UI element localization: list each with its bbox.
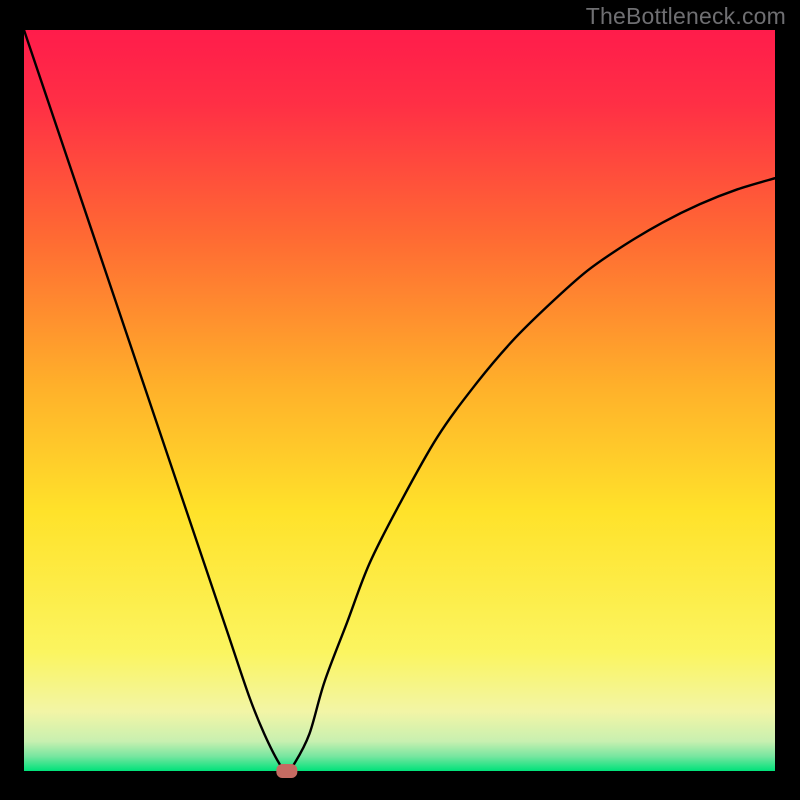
minimum-marker — [276, 764, 297, 778]
watermark-text: TheBottleneck.com — [586, 3, 786, 30]
chart-frame: TheBottleneck.com — [0, 0, 800, 800]
chart-svg — [0, 0, 800, 800]
plot-background — [24, 30, 775, 771]
